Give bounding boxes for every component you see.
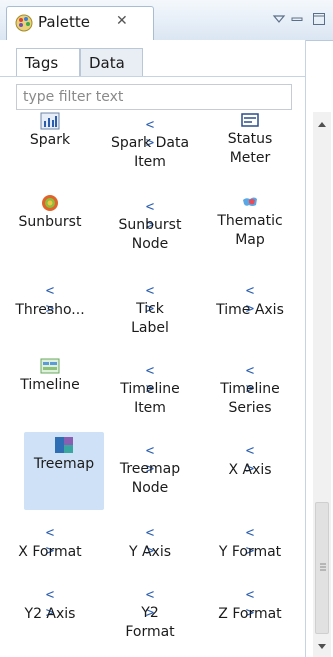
item-label: Y Axis <box>128 544 172 560</box>
minimize-icon[interactable] <box>290 12 304 26</box>
palette-item-timeline[interactable]: Timeline <box>0 357 100 395</box>
status-meter-icon <box>241 113 259 127</box>
tag-icon: < > <box>245 443 255 477</box>
palette-item-y2-format[interactable]: < > Y2 Format <box>100 586 200 642</box>
palette-item-sunburst[interactable]: Sunburst <box>0 194 100 232</box>
item-label: Thematic Map <box>217 213 283 248</box>
maximize-icon[interactable] <box>312 12 326 26</box>
item-label: Y2 Format <box>125 605 175 640</box>
item-label: X Format <box>18 544 82 560</box>
view-title: Palette <box>38 13 90 31</box>
tag-icon: < > <box>245 525 255 559</box>
tag-icon: < > <box>245 283 255 317</box>
item-label: Z Format <box>218 606 282 622</box>
palette-item-treemap-node[interactable]: < > Treemap Node <box>100 442 200 498</box>
view-border <box>305 40 306 657</box>
palette-item-thematic-map[interactable]: Thematic Map <box>200 194 300 250</box>
sunburst-icon <box>42 195 58 211</box>
tab-tags[interactable]: Tags <box>16 48 80 76</box>
item-label: Timeline Item <box>120 381 180 416</box>
timeline-icon <box>40 358 60 374</box>
tag-icon: < > <box>145 525 155 559</box>
palette-item-time-axis[interactable]: < > Time Axis <box>200 282 300 320</box>
item-label: Timeline Series <box>220 381 280 416</box>
spark-chart-icon <box>40 112 60 130</box>
palette-item-timeline-series[interactable]: < > Timeline Series <box>200 362 300 418</box>
palette-item-z-format[interactable]: < > Z Format <box>200 586 300 624</box>
item-label: Timeline <box>20 377 80 393</box>
palette-item-x-format[interactable]: < > X Format <box>0 524 100 562</box>
scroll-down-icon[interactable] <box>313 639 331 653</box>
palette-item-treemap[interactable]: Treemap <box>24 432 104 510</box>
palette-item-x-axis[interactable]: < > X Axis <box>200 442 300 480</box>
tab-data[interactable]: Data <box>80 48 143 76</box>
tag-icon: < > <box>45 525 55 559</box>
item-label: Status Meter <box>227 131 273 166</box>
tag-icon: < > <box>145 363 155 397</box>
tag-icon: < > <box>145 283 155 317</box>
tag-icon: < > <box>45 587 55 621</box>
palette-item-threshold[interactable]: < > Thresho... <box>0 282 100 320</box>
palette-item-y-format[interactable]: < > Y Format <box>200 524 300 562</box>
item-label: Y2 Axis <box>24 606 76 622</box>
tag-icon: < > <box>145 587 155 621</box>
palette-item-timeline-item[interactable]: < > Timeline Item <box>100 362 200 418</box>
item-label: Treemap Node <box>119 461 181 496</box>
view-menu-icon[interactable] <box>272 12 286 26</box>
item-label: Treemap <box>33 456 95 472</box>
item-label: Time Axis <box>216 302 284 318</box>
filter-input[interactable] <box>16 84 292 110</box>
palette-item-spark-data-item[interactable]: < > Spark Data Item <box>100 116 200 172</box>
item-label: Sunburst <box>18 214 82 230</box>
palette-items-grid: Spark < > Spark Data Item Status Meter S… <box>0 112 310 657</box>
close-icon[interactable]: ✕ <box>116 13 128 29</box>
item-label: Tick Label <box>131 301 169 336</box>
treemap-icon <box>55 437 73 453</box>
palette-view-tab[interactable]: Palette ✕ <box>6 6 154 40</box>
tag-icon: < > <box>145 199 155 233</box>
palette-icon <box>15 14 33 32</box>
palette-item-sunburst-node[interactable]: < > Sunburst Node <box>100 198 200 254</box>
thematic-map-icon <box>243 197 257 206</box>
tag-icon: < > <box>145 443 155 477</box>
grip-icon <box>320 563 326 571</box>
tag-icon: < > <box>145 117 155 151</box>
item-label: Spark Data Item <box>110 135 190 170</box>
palette-item-y2-axis[interactable]: < > Y2 Axis <box>0 586 100 624</box>
palette-item-status-meter[interactable]: Status Meter <box>200 112 300 168</box>
tag-icon: < > <box>245 587 255 621</box>
tag-icon: < > <box>45 283 55 317</box>
scroll-up-icon[interactable] <box>313 118 331 132</box>
item-label: Thresho... <box>15 302 85 318</box>
view-title-bar: Palette ✕ <box>0 0 333 41</box>
tag-icon: < > <box>245 363 255 397</box>
item-label: Spark <box>29 132 71 148</box>
item-label: Sunburst Node <box>118 217 182 252</box>
item-label: X Axis <box>228 462 272 478</box>
palette-item-tick-label[interactable]: < > Tick Label <box>100 282 200 338</box>
palette-item-y-axis[interactable]: < > Y Axis <box>100 524 200 562</box>
item-label: Y Format <box>218 544 282 560</box>
palette-item-spark[interactable]: Spark <box>0 112 100 150</box>
